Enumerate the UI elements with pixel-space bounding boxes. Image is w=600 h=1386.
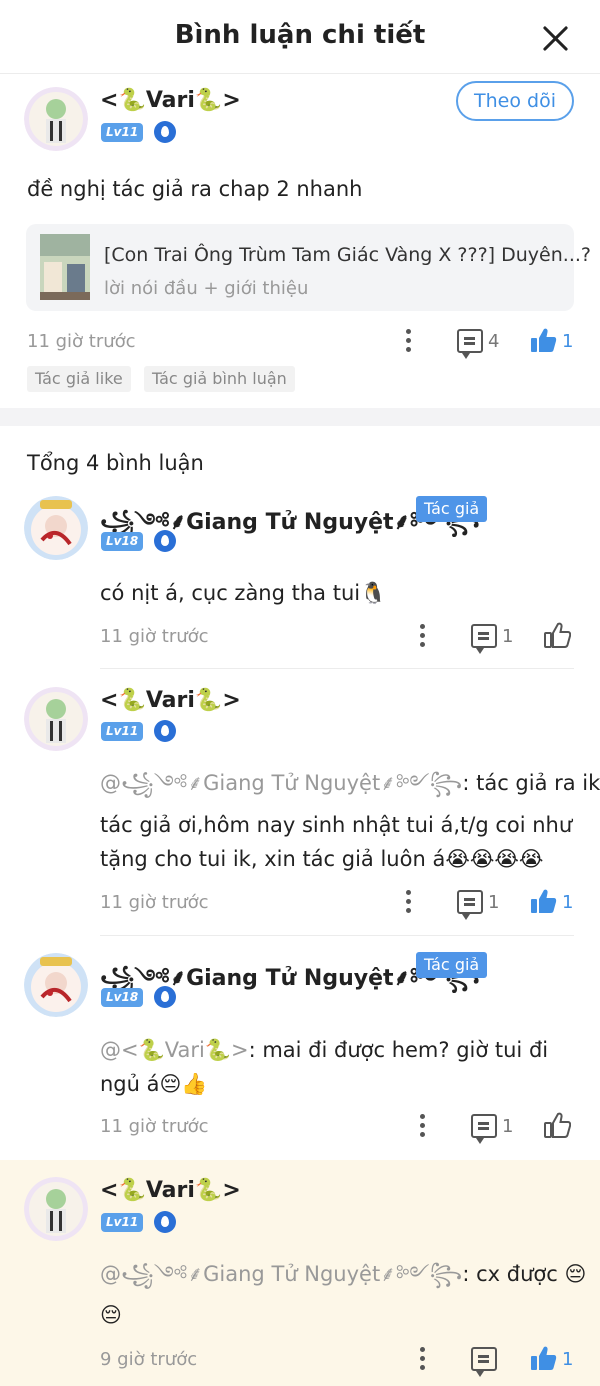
- level-badge: Lv11: [101, 1213, 144, 1232]
- username-prefix: <: [100, 688, 119, 713]
- comment-text: đề nghị tác giả ra chap 2 nhanh: [27, 177, 363, 201]
- snake-icon: 🐍: [194, 1178, 223, 1203]
- comment-text-line: @꧁༺⸙Giang Tử Nguyệt⸙༻꧂: tác giả ra ik: [100, 766, 600, 800]
- mention[interactable]: @<🐍Vari🐍>: [100, 1038, 249, 1062]
- comment-text-line: tác giả ơi,hôm nay sinh nhật tui á,t/g c…: [100, 813, 573, 837]
- comment-icon[interactable]: [457, 890, 483, 920]
- like-filled-icon[interactable]: [529, 326, 557, 354]
- more-options-icon[interactable]: [420, 1347, 426, 1371]
- snake-icon: 🐍: [118, 88, 146, 113]
- author-liked-tag: Tác giả like: [27, 366, 131, 392]
- avatar[interactable]: [24, 87, 88, 151]
- like-count: 1: [562, 1349, 574, 1370]
- username-suffix: >: [222, 88, 241, 113]
- author-badge: Tác giả: [416, 952, 488, 978]
- divider: [100, 935, 574, 936]
- like-count: 1: [562, 331, 574, 352]
- comment-text-line: @<🐍Vari🐍>: mai đi được hem? giờ tui đi: [100, 1033, 548, 1067]
- level-badge: Lv11: [101, 722, 144, 741]
- username-suffix: >: [222, 1178, 241, 1203]
- comment-text-line: ngủ á😔👍: [100, 1072, 208, 1096]
- comment-text: có nịt á, cục zàng tha tui🐧: [100, 581, 387, 605]
- more-options-icon[interactable]: [406, 329, 412, 353]
- water-drop-icon: [154, 986, 176, 1008]
- page-title: Bình luận chi tiết: [174, 20, 426, 50]
- author-badge: Tác giả: [416, 496, 488, 522]
- like-filled-icon[interactable]: [529, 887, 557, 915]
- like-filled-icon[interactable]: [529, 1344, 557, 1372]
- timestamp: 11 giờ trước: [27, 331, 136, 352]
- comment-text: : mai đi được hem? giờ tui đi: [248, 1038, 549, 1062]
- username-text: Vari: [145, 688, 195, 713]
- username[interactable]: <🐍Vari🐍>: [100, 88, 241, 113]
- more-options-icon[interactable]: [420, 1114, 426, 1138]
- comment-icon[interactable]: [471, 624, 497, 654]
- snake-icon: 🐍: [194, 688, 223, 713]
- water-drop-icon: [154, 530, 176, 552]
- story-card[interactable]: [Con Trai Ông Trùm Tam Giác Vàng X ???] …: [26, 224, 591, 311]
- header: Bình luận chi tiết: [0, 0, 600, 74]
- story-chapter: lời nói đầu + giới thiệu: [104, 278, 309, 299]
- snake-icon: 🐍: [118, 1178, 146, 1203]
- like-count: 1: [562, 892, 574, 913]
- timestamp: 9 giờ trước: [100, 1349, 198, 1370]
- avatar[interactable]: [24, 687, 88, 751]
- comment-count: 4: [488, 331, 500, 352]
- username-text: Vari: [145, 1178, 195, 1203]
- timestamp: 11 giờ trước: [100, 626, 209, 647]
- comment-text: : cx được 😔: [462, 1262, 587, 1286]
- level-badge: Lv11: [101, 123, 144, 142]
- username-text: Giang Tử Nguyệt: [186, 510, 394, 535]
- username-text: Giang Tử Nguyệt: [186, 966, 394, 991]
- comment-text-line: tặng cho tui ik, xin tác giả luôn á😭😭😭😭: [100, 847, 544, 871]
- username-prefix: <: [100, 1178, 119, 1203]
- more-options-icon[interactable]: [406, 890, 412, 914]
- section-divider: [0, 408, 600, 426]
- more-options-icon[interactable]: [420, 624, 426, 648]
- water-drop-icon: [154, 1211, 176, 1233]
- username-suffix: >: [222, 688, 241, 713]
- username-prefix: <: [100, 88, 119, 113]
- comment-icon[interactable]: [457, 329, 483, 359]
- water-drop-icon: [154, 720, 176, 742]
- like-outline-icon[interactable]: [543, 1111, 571, 1139]
- close-icon[interactable]: [542, 24, 570, 52]
- snake-icon: 🐍: [118, 688, 146, 713]
- comment-text: : tác giả ra ik: [462, 771, 600, 795]
- username[interactable]: <🐍Vari🐍>: [100, 688, 241, 713]
- username-text: Vari: [145, 88, 195, 113]
- like-outline-icon[interactable]: [543, 621, 571, 649]
- timestamp: 11 giờ trước: [100, 1116, 209, 1137]
- username[interactable]: <🐍Vari🐍>: [100, 1178, 241, 1203]
- story-thumbnail: [40, 234, 90, 300]
- timestamp: 11 giờ trước: [100, 892, 209, 913]
- story-title: [Con Trai Ông Trùm Tam Giác Vàng X ???] …: [104, 244, 591, 266]
- level-badge: Lv18: [101, 988, 144, 1007]
- level-badge: Lv18: [101, 532, 144, 551]
- follow-button[interactable]: Theo dõi: [456, 81, 574, 121]
- water-drop-icon: [154, 121, 176, 143]
- avatar[interactable]: [24, 1177, 88, 1241]
- snake-icon: 🐍: [194, 88, 223, 113]
- comment-text-line: 😔: [100, 1303, 122, 1327]
- total-comments: Tổng 4 bình luận: [27, 451, 204, 475]
- divider: [100, 668, 574, 669]
- comment-count: 1: [502, 626, 514, 647]
- author-commented-tag: Tác giả bình luận: [144, 366, 295, 392]
- comment-icon[interactable]: [471, 1114, 497, 1144]
- avatar[interactable]: [24, 496, 88, 560]
- comment-count: 1: [502, 1116, 514, 1137]
- mention[interactable]: @꧁༺⸙Giang Tử Nguyệt⸙༻꧂: [100, 771, 462, 795]
- comment-text-line: @꧁༺⸙Giang Tử Nguyệt⸙༻꧂: cx được 😔: [100, 1257, 586, 1291]
- mention[interactable]: @꧁༺⸙Giang Tử Nguyệt⸙༻꧂: [100, 1262, 462, 1286]
- comment-count: 1: [488, 892, 500, 913]
- comment-icon[interactable]: [471, 1347, 497, 1377]
- avatar[interactable]: [24, 953, 88, 1017]
